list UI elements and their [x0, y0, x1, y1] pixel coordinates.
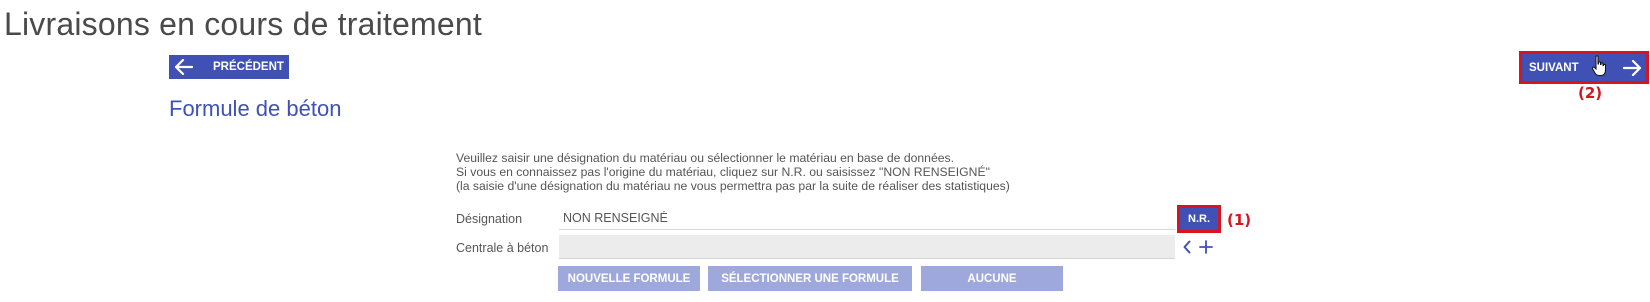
hand-cursor-icon — [1591, 55, 1607, 82]
centrale-input[interactable] — [559, 235, 1175, 259]
new-formula-button[interactable]: NOUVELLE FORMULE — [558, 266, 700, 291]
chevron-left-icon[interactable] — [1182, 240, 1192, 259]
annotation-nr-marker: (1) — [1227, 211, 1252, 229]
instructions-line-2: Si vous en connaissez pas l'origine du m… — [456, 165, 990, 179]
instructions: Veuillez saisir une désignation du matér… — [456, 151, 1010, 193]
arrow-left-icon — [175, 59, 193, 75]
centrale-label: Centrale à béton — [456, 241, 549, 255]
designation-input[interactable] — [559, 206, 1175, 230]
instructions-line-1: Veuillez saisir une désignation du matér… — [456, 151, 954, 165]
previous-button[interactable]: PRÉCÉDENT — [169, 55, 289, 79]
previous-button-label: PRÉCÉDENT — [213, 61, 284, 73]
arrow-right-icon — [1623, 59, 1641, 76]
select-formula-button[interactable]: SÉLECTIONNER UNE FORMULE — [708, 266, 912, 291]
designation-label: Désignation — [456, 212, 523, 226]
instructions-line-3: (la saisie d'une désignation du matériau… — [456, 179, 1010, 193]
annotation-next-marker: (2) — [1578, 84, 1603, 102]
plus-icon[interactable] — [1199, 240, 1213, 259]
none-button[interactable]: AUCUNE — [921, 266, 1063, 291]
nr-button[interactable]: N.R. — [1177, 205, 1221, 233]
section-title: Formule de béton — [169, 96, 342, 121]
page-title: Livraisons en cours de traitement — [4, 6, 482, 42]
next-button[interactable]: SUIVANT — [1519, 51, 1649, 84]
